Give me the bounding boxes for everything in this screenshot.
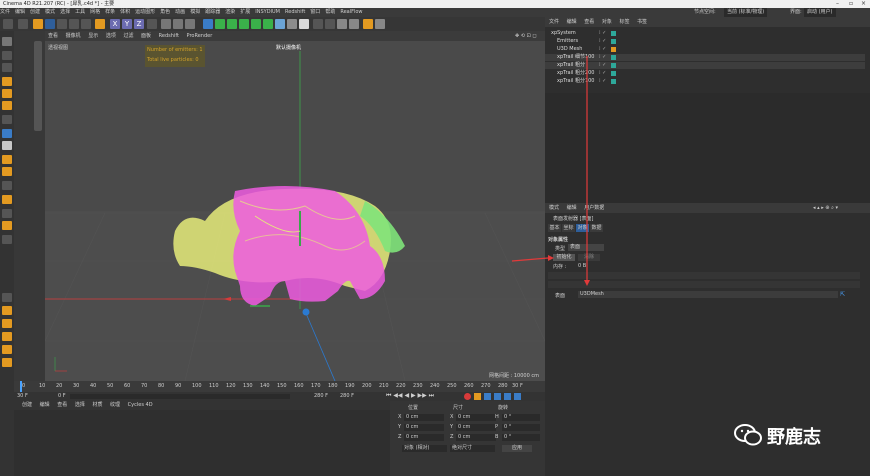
- wechat-icon: [734, 424, 762, 446]
- watermark: 野鹿志: [733, 421, 853, 449]
- annotation-arrows: [511, 56, 590, 286]
- watermark-text: 野鹿志: [767, 427, 821, 448]
- annotation-arrow-horizontal: [511, 257, 549, 262]
